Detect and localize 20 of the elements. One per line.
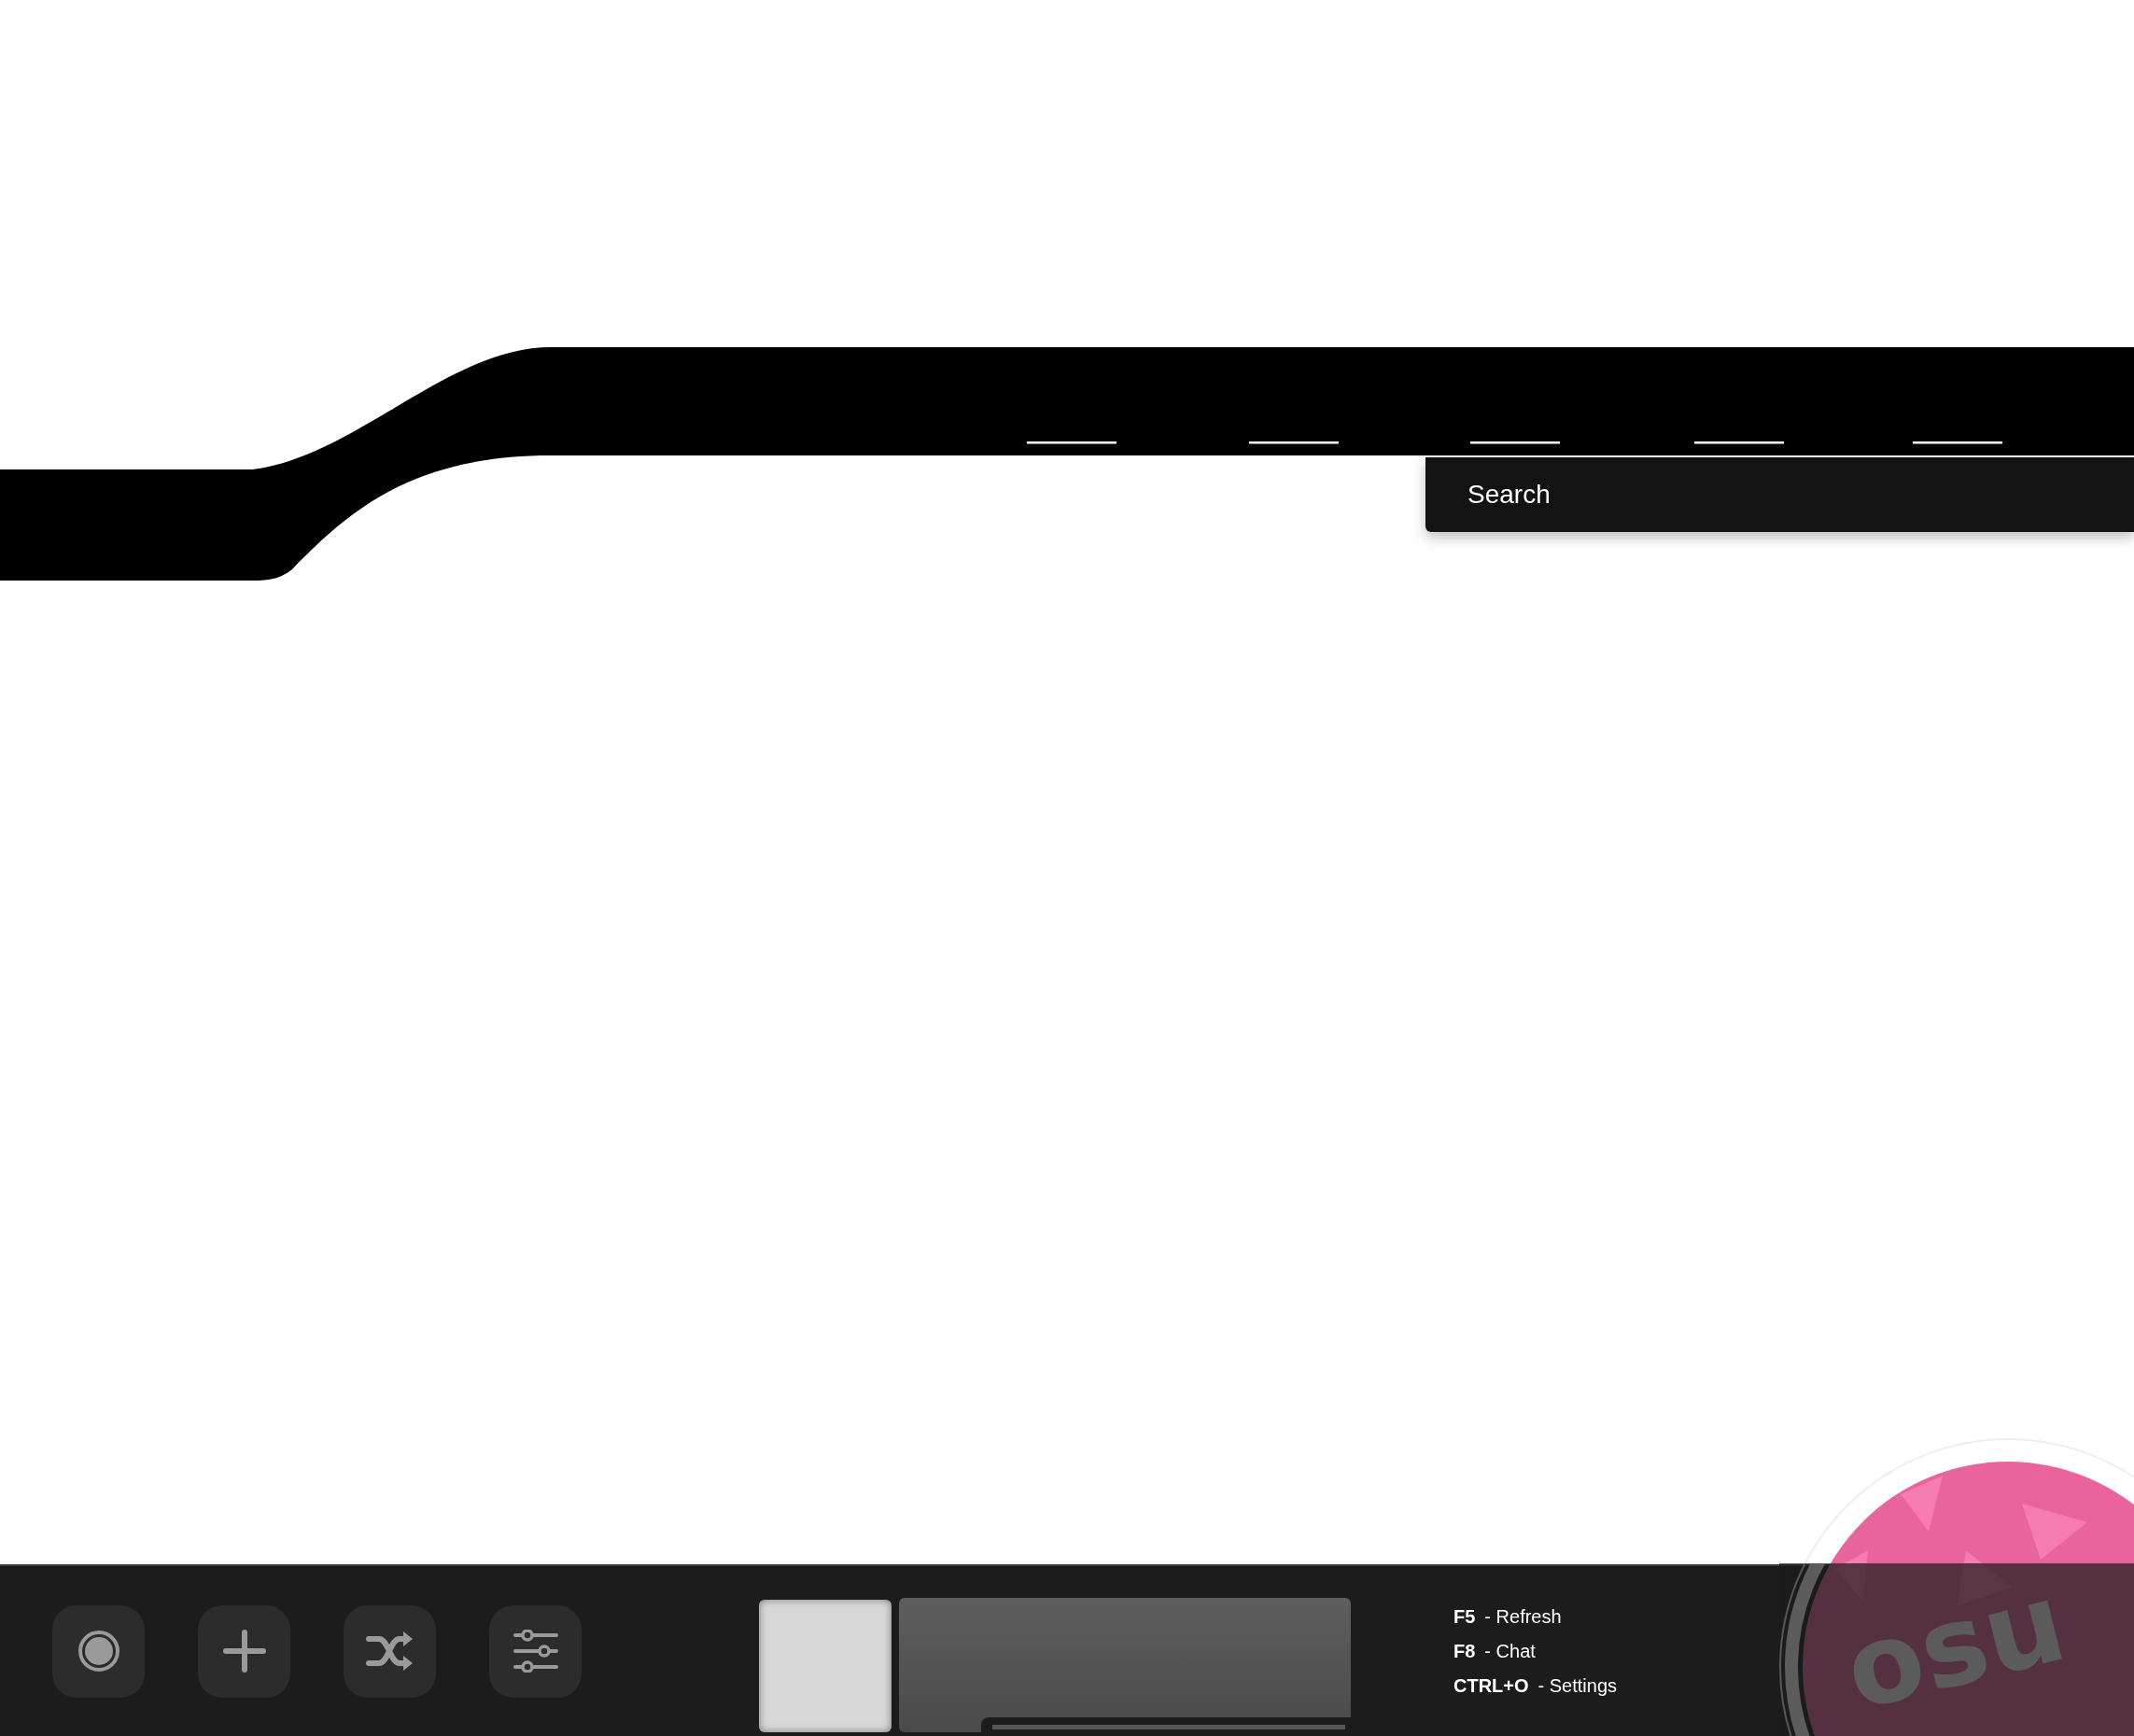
hotkey-action: - Settings [1537,1674,1618,1697]
circle-button[interactable] [52,1604,145,1698]
plus-button[interactable] [198,1604,290,1698]
tab-indicator[interactable] [1913,441,2002,444]
tab-indicator[interactable] [1027,441,1116,444]
settings-icon [512,1630,559,1673]
hotkey-label: F5 [1453,1605,1476,1628]
hotkey-action: - Refresh [1484,1605,1562,1628]
tab-indicator[interactable] [1470,441,1560,444]
hotkey-label: CTRL+O [1453,1674,1529,1697]
sliders-button[interactable] [489,1604,582,1698]
shuffle-icon [365,1630,414,1673]
hotkey-action: - Chat [1484,1640,1536,1662]
tab-indicator[interactable] [1249,441,1339,444]
search-field[interactable]: Search [1425,457,2134,532]
circle-icon [77,1630,120,1673]
plus-icon [221,1629,267,1673]
shuffle-button[interactable] [344,1604,436,1698]
hotkey-label: F8 [1453,1640,1476,1662]
tab-indicator[interactable] [1694,441,1784,444]
